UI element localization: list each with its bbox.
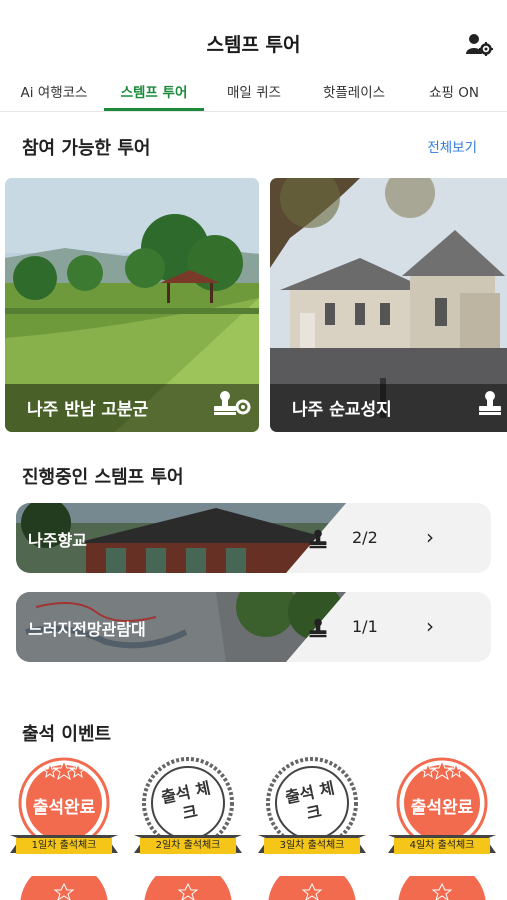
badge-day-label: 4일차 출석체크 (409, 840, 475, 851)
attendance-badge-partial[interactable] (14, 862, 114, 900)
attendance-badge-day4[interactable]: 출석완료 4일차 출석체크 (386, 755, 498, 859)
ongoing-tour-item[interactable]: 느러지전망관람대 1/1 › (16, 592, 491, 662)
tab-daily-quiz[interactable]: 매일 퀴즈 (206, 80, 302, 112)
ongoing-tour-name: 느러지전망관람대 (28, 620, 146, 639)
stamp-icon (308, 618, 328, 642)
attendance-badge-day2[interactable]: 출석 체크 2일차 출석체크 (132, 755, 244, 859)
attendance-badge-partial[interactable] (138, 862, 238, 900)
stamp-count: 1/1 (352, 617, 378, 636)
badge-status-text: 출석완료 (32, 798, 96, 818)
app-header: 스템프 투어 (0, 0, 507, 80)
user-settings-icon[interactable] (465, 32, 493, 56)
stamp-with-gear-icon (213, 390, 251, 420)
attendance-badge-day3[interactable]: 출석 체크 3일차 출석체크 (256, 755, 368, 859)
tab-shopping-on[interactable]: 쇼핑 ON (406, 80, 502, 112)
chevron-right-icon: › (426, 614, 434, 638)
attendance-badge-day1[interactable]: 출석완료 1일차 출석체크 (8, 755, 120, 859)
tab-ai-course[interactable]: Ai 여행코스 (6, 80, 102, 112)
tour-card-martyr-shrine[interactable]: 나주 순교성지 (270, 178, 507, 432)
badge-status-text: 출석완료 (410, 798, 474, 818)
attendance-event-title: 출석 이벤트 (22, 724, 112, 745)
ongoing-tour-name: 나주향교 (28, 531, 87, 550)
stamp-icon (308, 529, 328, 553)
chevron-right-icon: › (426, 525, 434, 549)
attendance-badge-partial[interactable] (392, 862, 492, 900)
attendance-badge-partial[interactable] (262, 862, 362, 900)
tab-bar: Ai 여행코스 스템프 투어 매일 퀴즈 핫플레이스 쇼핑 ON (0, 80, 507, 112)
page-title: 스템프 투어 (206, 34, 301, 56)
stamp-count: 2/2 (352, 528, 378, 547)
tab-hot-place[interactable]: 핫플레이스 (304, 80, 404, 112)
stamp-icon (478, 390, 502, 420)
tour-card-name: 나주 순교성지 (292, 400, 392, 420)
view-all-link[interactable]: 전체보기 (427, 136, 477, 156)
badge-day-label: 1일차 출석체크 (31, 840, 97, 851)
ongoing-tours-title: 진행중인 스템프 투어 (22, 467, 184, 488)
tour-card-name: 나주 반남 고분군 (27, 400, 149, 420)
active-tab-indicator (104, 108, 204, 111)
tour-card-bannam[interactable]: 나주 반남 고분군 (5, 178, 259, 432)
badge-day-label: 2일차 출석체크 (155, 840, 221, 851)
ongoing-tour-item[interactable]: 나주향교 2/2 › (16, 503, 491, 573)
badge-day-label: 3일차 출석체크 (279, 840, 345, 851)
available-tours-title: 참여 가능한 투어 (22, 138, 151, 159)
